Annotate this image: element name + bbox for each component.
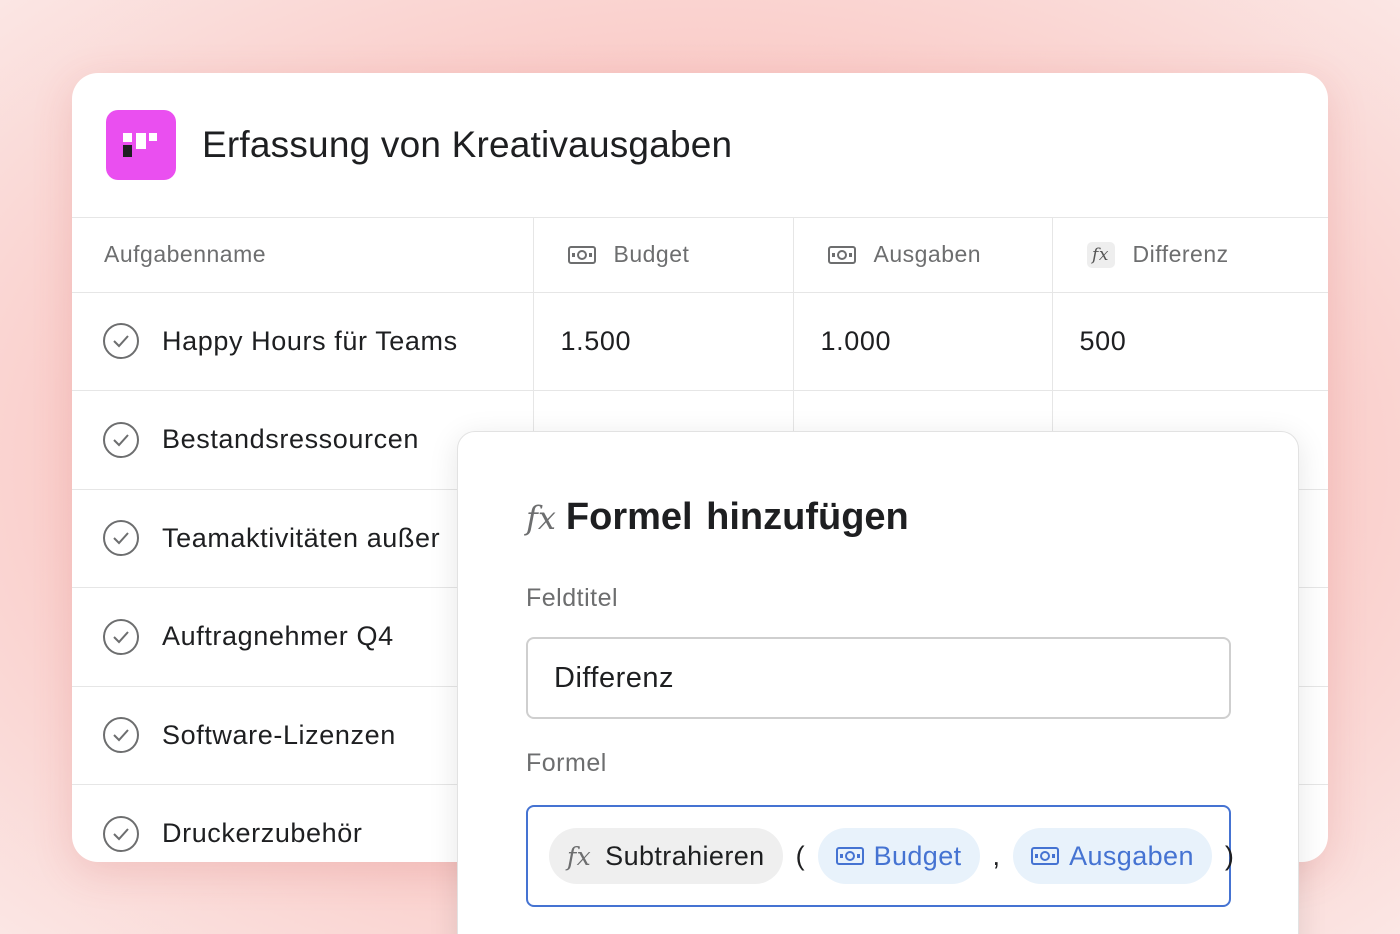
field-title-label: Feldtitel [526,584,619,612]
complete-check-icon[interactable] [103,815,139,852]
fx-icon: fx [1086,241,1115,268]
fx-icon: fx [567,841,592,871]
table-row[interactable]: Happy Hours für Teams 1.500 1.000 500 [72,292,1328,391]
column-header-aufgabenname[interactable]: Aufgabenname [72,218,534,293]
task-name[interactable]: Happy Hours für Teams [162,326,458,357]
column-header-ausgaben[interactable]: Ausgaben [793,218,1053,293]
task-name[interactable]: Auftragnehmer Q4 [162,621,394,652]
task-name[interactable]: Bestandsressourcen [162,424,419,455]
task-name[interactable]: Druckerzubehör [162,818,363,849]
formula-label: Formel [526,749,607,777]
ausgaben-cell[interactable]: 1.000 [793,292,1053,391]
function-chip[interactable]: fx Subtrahieren [549,828,783,884]
column-header-budget[interactable]: Budget [533,218,794,293]
money-icon [827,245,856,264]
dialog-title: fx Formel hinzufügen [526,496,909,538]
field-title-input[interactable]: Differenz [526,637,1231,719]
money-icon [1031,847,1060,865]
money-icon [835,847,864,865]
add-formula-dialog: fx Formel hinzufügen Feldtitel Differenz… [457,431,1299,934]
page-title: Erfassung von Kreativausgaben [202,124,733,165]
complete-check-icon[interactable] [103,421,139,458]
complete-check-icon[interactable] [103,520,139,557]
field-chip-ausgaben[interactable]: Ausgaben [1013,828,1212,884]
table-header-row: Aufgabenname Budget Ausgaben fx Differen… [72,218,1328,293]
app-logo-icon [106,110,176,180]
open-paren: ( [795,840,805,871]
complete-check-icon[interactable] [103,717,139,754]
task-name[interactable]: Teamaktivitäten außer [162,523,440,554]
card-header: Erfassung von Kreativausgaben [72,73,1328,218]
formula-input[interactable]: fx Subtrahieren ( Budget , Ausgaben ) [526,805,1234,907]
column-header-differenz[interactable]: fx Differenz [1052,218,1328,293]
task-name[interactable]: Software-Lizenzen [162,720,396,751]
field-chip-budget[interactable]: Budget [817,828,980,884]
argument-separator: , [992,840,1001,871]
close-paren: ) [1224,840,1234,871]
complete-check-icon[interactable] [103,323,139,360]
differenz-cell: 500 [1052,292,1328,391]
money-icon [567,245,596,264]
budget-cell[interactable]: 1.500 [533,292,794,391]
complete-check-icon[interactable] [103,618,139,655]
fx-icon: fx [526,499,556,537]
